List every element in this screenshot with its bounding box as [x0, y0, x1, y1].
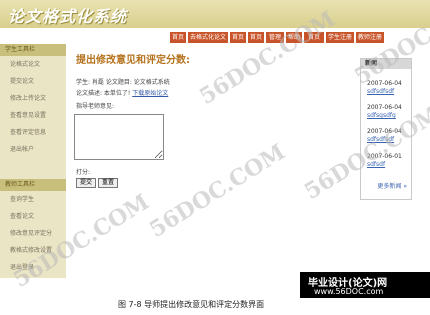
- sidebar-item[interactable]: 退出帐户: [0, 143, 66, 156]
- download-paper-link[interactable]: 下载原始论文: [132, 90, 168, 97]
- nav-item[interactable]: 去格式化论文: [188, 32, 228, 43]
- sidebar-item[interactable]: 修改上传论文: [0, 92, 66, 105]
- teacher-tools-heading: 教师工具栏: [0, 179, 66, 191]
- nav-item[interactable]: 首页: [170, 32, 186, 43]
- news-link[interactable]: sdfsdfsdf: [367, 88, 394, 95]
- score-label: 打分:: [76, 169, 91, 176]
- student-info: 学生: 肖磊 论文题目: 论文格式系统: [76, 79, 170, 86]
- student-tools-heading: 学生工具栏: [0, 44, 66, 56]
- more-news-link[interactable]: 更多新闻 »: [377, 181, 407, 190]
- sidebar-item[interactable]: 查看论文: [0, 210, 66, 223]
- figure-caption: 图 7-8 导师提出修改意见和评定分数界面: [118, 300, 265, 309]
- app-header: 论文格式化系统: [0, 0, 430, 28]
- sidebar-item[interactable]: 修改意见评定分: [0, 227, 66, 240]
- news-date: 2007-06-04: [367, 104, 402, 111]
- banner-url: www.56DOC.com: [314, 287, 384, 296]
- app-title: 论文格式化系统: [8, 7, 128, 26]
- watermark: 56DOC.COM: [144, 138, 290, 244]
- nav-item[interactable]: 教师注册: [356, 32, 384, 43]
- top-nav: 首页 去格式化论文 首页 首页 管理 帮助 首页 学生注册 教师注册: [0, 32, 430, 44]
- paper-description-text: 论文描述: 本单位了!: [76, 90, 133, 97]
- news-link[interactable]: sdfsgsdfg: [367, 112, 396, 119]
- reset-button[interactable]: 重置: [98, 178, 118, 188]
- submit-button[interactable]: 提交: [76, 178, 96, 188]
- sidebar-item[interactable]: 提交论文: [0, 75, 66, 88]
- sidebar-item[interactable]: 查询学生: [0, 193, 66, 206]
- site-banner: 毕业设计(论文)网 www.56DOC.com: [300, 272, 430, 298]
- advisor-opinion-label: 指导老师意见:: [76, 103, 115, 110]
- sidebar-item[interactable]: 查看评定信息: [0, 126, 66, 139]
- nav-item[interactable]: 首页: [230, 32, 246, 43]
- nav-item[interactable]: 首页: [248, 32, 264, 43]
- page-title: 提出修改意见和评定分数:: [76, 55, 190, 66]
- paper-description: 论文描述: 本单位了! 下载原始论文: [76, 88, 168, 97]
- comment-textarea[interactable]: [74, 114, 164, 160]
- sidebar-item[interactable]: 论格式论文: [0, 58, 66, 71]
- sidebar-item[interactable]: 查看意见设置: [0, 109, 66, 122]
